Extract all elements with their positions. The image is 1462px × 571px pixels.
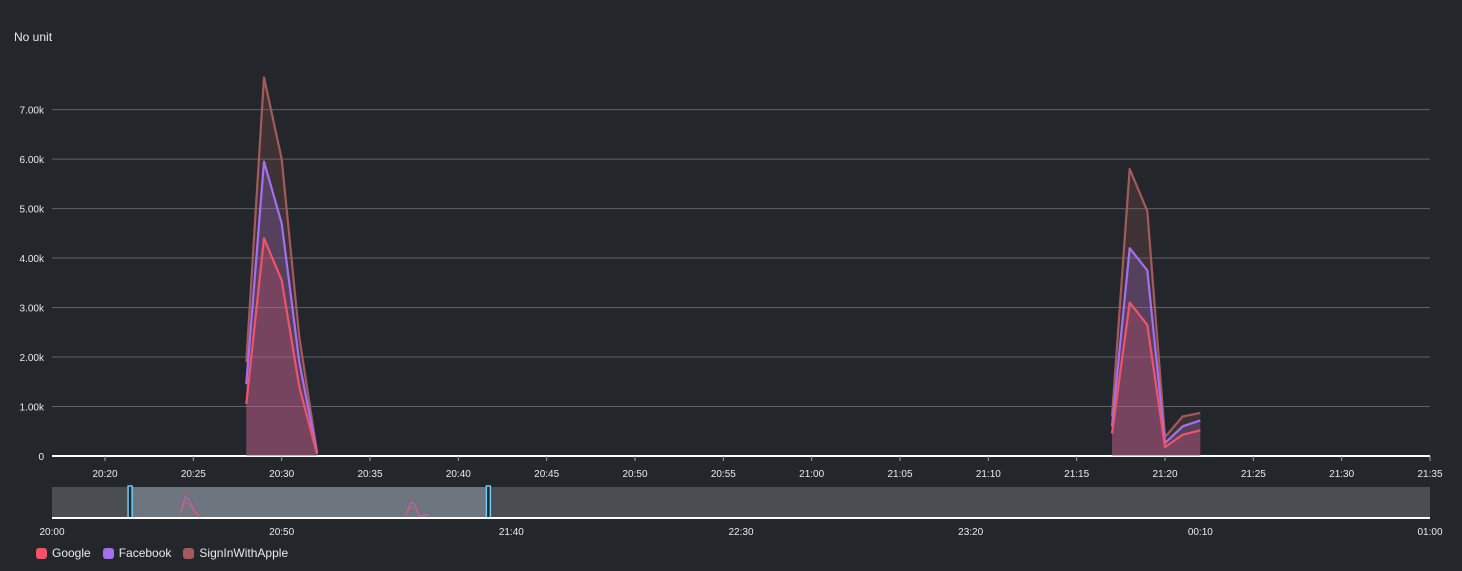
legend-label: Google	[52, 546, 91, 560]
y-tick-label: 0	[38, 452, 44, 463]
legend-item-signinwithapple[interactable]: SignInWithApple	[183, 546, 288, 560]
x-tick-label: 20:45	[534, 469, 559, 480]
overview-tick-label: 00:10	[1188, 527, 1213, 538]
x-tick-label: 21:30	[1329, 469, 1354, 480]
legend-item-google[interactable]: Google	[36, 546, 91, 560]
x-tick-label: 20:35	[357, 469, 382, 480]
y-tick-label: 6.00k	[20, 155, 45, 166]
legend-swatch	[183, 547, 195, 559]
y-tick-label: 7.00k	[20, 106, 45, 117]
x-tick-label: 21:20	[1152, 469, 1177, 480]
y-tick-label: 4.00k	[20, 254, 45, 265]
x-tick-label: 21:10	[976, 469, 1001, 480]
overview-tick-label: 23:20	[958, 527, 983, 538]
x-tick-label: 21:05	[887, 469, 912, 480]
x-tick-label: 20:25	[181, 469, 206, 480]
legend-swatch	[102, 547, 114, 559]
x-tick-label: 21:15	[1064, 469, 1089, 480]
legend-item-facebook[interactable]: Facebook	[102, 546, 172, 560]
x-tick-label: 21:00	[799, 469, 824, 480]
chart-canvas[interactable]: 0 1.00k 2.00k 3.00k 4.00k 5.00k 6.00k 7.00k 20:2…	[0, 0, 1462, 571]
legend-label: Facebook	[118, 546, 172, 560]
y-tick-label: 2.00k	[20, 353, 45, 364]
metrics-chart: No unit 0 1.00k 2.00k 3.00k 4.00k 5.00k 6.00k 7…	[0, 0, 1462, 571]
x-tick-label: 20:30	[269, 469, 294, 480]
legend-label: SignInWithApple	[199, 546, 289, 560]
y-tick-label: 1.00k	[20, 403, 45, 414]
overview-handle-right[interactable]	[485, 485, 492, 519]
overview-tick-label: 21:40	[499, 527, 524, 538]
overview-tick-label: 01:00	[1417, 527, 1442, 538]
x-tick-label: 21:25	[1241, 469, 1266, 480]
y-tick-label: 3.00k	[20, 304, 45, 315]
x-tick-label: 20:50	[622, 469, 647, 480]
x-tick-label: 20:20	[92, 469, 117, 480]
x-tick-label: 20:55	[711, 469, 736, 480]
overview-tick-label: 22:30	[728, 527, 753, 538]
x-tick-label: 20:40	[446, 469, 471, 480]
chart-legend: Google Facebook SignInWithApple	[36, 546, 288, 560]
legend-swatch	[36, 547, 47, 559]
overview-handle-left[interactable]	[127, 485, 133, 519]
y-tick-label: 5.00k	[20, 205, 45, 216]
overview-tick-label: 20:00	[39, 527, 64, 538]
overview-tick-label: 20:50	[269, 527, 294, 538]
x-tick-label: 21:35	[1417, 469, 1442, 480]
